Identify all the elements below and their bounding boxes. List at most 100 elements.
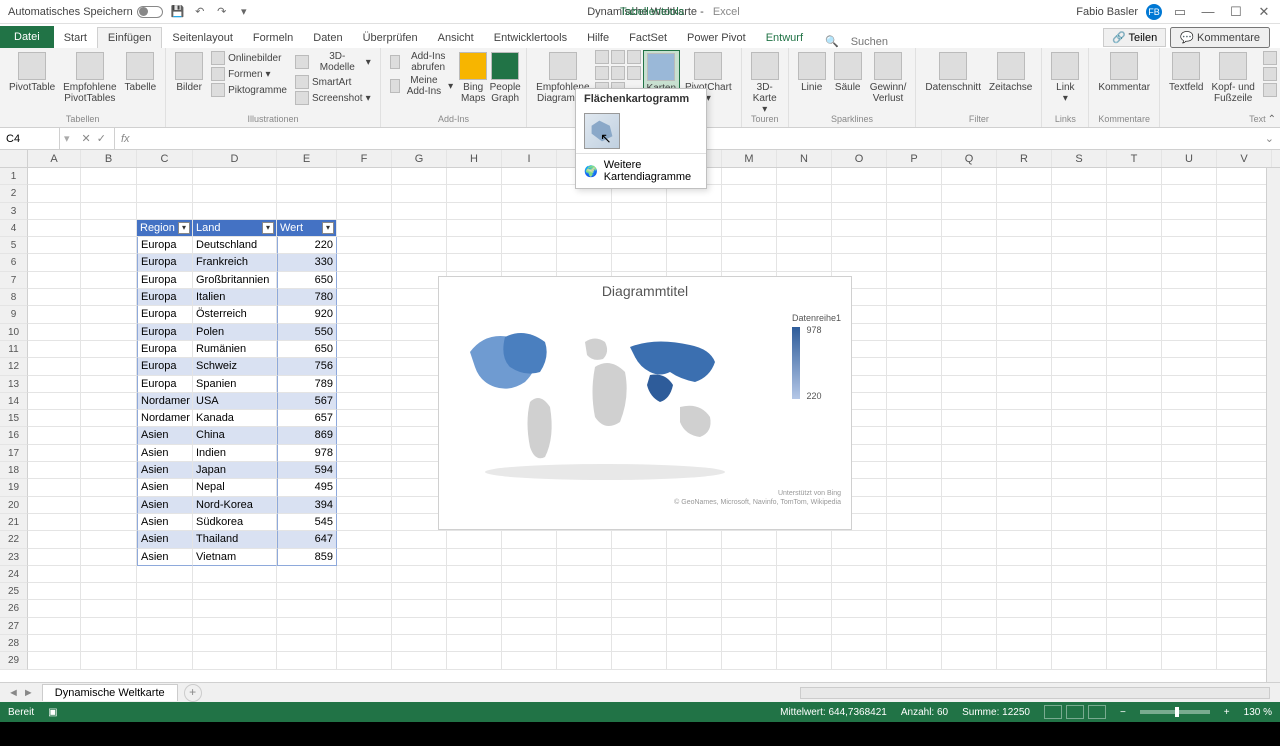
cell[interactable] xyxy=(28,272,81,289)
cell[interactable] xyxy=(722,220,777,237)
filter-dropdown-icon[interactable]: ▾ xyxy=(262,222,274,234)
cell[interactable] xyxy=(997,185,1052,202)
row-header[interactable]: 15 xyxy=(0,410,28,427)
cell[interactable] xyxy=(942,427,997,444)
tab-formeln[interactable]: Formeln xyxy=(243,28,303,48)
cell[interactable] xyxy=(1217,393,1272,410)
cell[interactable]: Region▾ xyxy=(137,220,193,237)
cell[interactable] xyxy=(942,203,997,220)
cell[interactable] xyxy=(997,635,1052,652)
cell[interactable] xyxy=(942,652,997,669)
column-header[interactable]: U xyxy=(1162,150,1217,167)
cell[interactable] xyxy=(502,531,557,548)
row-header[interactable]: 9 xyxy=(0,306,28,323)
cell[interactable] xyxy=(1107,514,1162,531)
filter-dropdown-icon[interactable]: ▾ xyxy=(322,222,334,234)
onlinebilder-button[interactable]: Onlinebilder xyxy=(208,50,290,66)
cell[interactable]: Europa xyxy=(137,324,193,341)
cell[interactable] xyxy=(887,514,942,531)
cell[interactable] xyxy=(942,479,997,496)
namebox-dropdown-icon[interactable]: ▾ xyxy=(60,132,74,145)
cell[interactable] xyxy=(1162,272,1217,289)
piktogramme-button[interactable]: Piktogramme xyxy=(208,82,290,98)
cell[interactable] xyxy=(193,203,277,220)
cell[interactable] xyxy=(392,168,447,185)
tab-hilfe[interactable]: Hilfe xyxy=(577,28,619,48)
cell[interactable] xyxy=(942,566,997,583)
cell[interactable] xyxy=(887,254,942,271)
cell[interactable] xyxy=(942,341,997,358)
cell[interactable] xyxy=(1107,531,1162,548)
cell[interactable] xyxy=(1217,514,1272,531)
tab-einfuegen[interactable]: Einfügen xyxy=(97,27,162,48)
cell[interactable] xyxy=(337,358,392,375)
textfeld-button[interactable]: Textfeld xyxy=(1166,50,1206,95)
cell[interactable] xyxy=(557,549,612,566)
cell[interactable] xyxy=(722,237,777,254)
cell[interactable] xyxy=(1162,185,1217,202)
cell[interactable] xyxy=(1052,358,1107,375)
cell[interactable] xyxy=(447,618,502,635)
minimize-icon[interactable]: — xyxy=(1198,5,1218,19)
undo-icon[interactable]: ↶ xyxy=(193,5,207,19)
column-header[interactable]: R xyxy=(997,150,1052,167)
cell[interactable] xyxy=(612,618,667,635)
cell[interactable] xyxy=(667,203,722,220)
cell[interactable] xyxy=(392,600,447,617)
tab-seitenlayout[interactable]: Seitenlayout xyxy=(162,28,243,48)
cell[interactable] xyxy=(137,618,193,635)
cell[interactable] xyxy=(337,549,392,566)
cell[interactable] xyxy=(1217,220,1272,237)
cell[interactable] xyxy=(81,531,137,548)
cell[interactable]: 495 xyxy=(277,479,337,496)
cell[interactable] xyxy=(337,427,392,444)
cell[interactable] xyxy=(1052,445,1107,462)
cell[interactable] xyxy=(277,600,337,617)
cell[interactable] xyxy=(1107,306,1162,323)
cell[interactable]: Frankreich xyxy=(193,254,277,271)
sparkline-saeule-button[interactable]: Säule xyxy=(831,50,865,95)
cell[interactable] xyxy=(1162,549,1217,566)
cell[interactable]: Italien xyxy=(193,289,277,306)
chart-title[interactable]: Diagrammtitel xyxy=(439,277,851,301)
cell[interactable] xyxy=(277,652,337,669)
cell[interactable]: Asien xyxy=(137,462,193,479)
cell[interactable] xyxy=(81,289,137,306)
add-sheet-button[interactable]: + xyxy=(184,684,202,702)
cell[interactable] xyxy=(392,531,447,548)
cell[interactable] xyxy=(667,531,722,548)
cell[interactable] xyxy=(1107,427,1162,444)
cell[interactable] xyxy=(1052,254,1107,271)
cell[interactable] xyxy=(612,203,667,220)
cell[interactable] xyxy=(392,203,447,220)
cell[interactable] xyxy=(137,203,193,220)
cell[interactable] xyxy=(337,445,392,462)
cell[interactable]: 859 xyxy=(277,549,337,566)
cell[interactable] xyxy=(28,220,81,237)
cell[interactable]: Asien xyxy=(137,514,193,531)
cell[interactable] xyxy=(887,185,942,202)
cell[interactable] xyxy=(502,185,557,202)
cell[interactable]: Wert▾ xyxy=(277,220,337,237)
cell[interactable] xyxy=(81,376,137,393)
cell[interactable] xyxy=(887,376,942,393)
cell[interactable] xyxy=(612,600,667,617)
cell[interactable] xyxy=(277,635,337,652)
cell[interactable] xyxy=(997,237,1052,254)
cell[interactable] xyxy=(997,272,1052,289)
cell[interactable] xyxy=(1107,600,1162,617)
cell[interactable]: Spanien xyxy=(193,376,277,393)
cell[interactable]: 647 xyxy=(277,531,337,548)
cell[interactable] xyxy=(1162,358,1217,375)
cell[interactable] xyxy=(557,254,612,271)
cell[interactable] xyxy=(337,566,392,583)
cell[interactable] xyxy=(557,237,612,254)
cell[interactable] xyxy=(1217,306,1272,323)
cell[interactable] xyxy=(337,514,392,531)
cell[interactable] xyxy=(1052,427,1107,444)
cell[interactable] xyxy=(1217,324,1272,341)
cell[interactable] xyxy=(942,185,997,202)
cell[interactable] xyxy=(502,203,557,220)
cell[interactable] xyxy=(81,549,137,566)
cell[interactable] xyxy=(28,635,81,652)
